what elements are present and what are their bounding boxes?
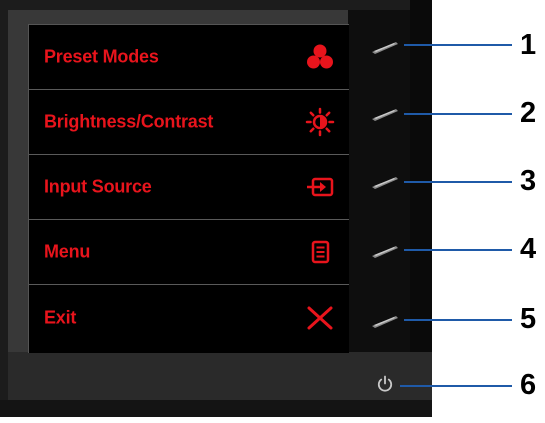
preset-modes-icon — [307, 44, 333, 69]
bezel-bottom — [8, 352, 432, 400]
monitor-diagram: Preset Modes Brightness/Contrast Input S… — [0, 0, 545, 423]
bezel-button-2[interactable] — [370, 106, 400, 122]
osd-menu: Preset Modes Brightness/Contrast Input S… — [28, 24, 349, 353]
menu-icon — [311, 240, 330, 264]
leader-line-5 — [404, 319, 512, 321]
leader-line-4 — [404, 249, 512, 251]
input-source-icon — [307, 177, 334, 197]
leader-line-1 — [404, 44, 512, 46]
leader-line-2 — [404, 113, 512, 115]
brightness-icon — [305, 107, 335, 137]
callout-number-3: 3 — [520, 165, 537, 197]
bezel-button-3[interactable] — [370, 174, 400, 190]
callout-number-6: 6 — [520, 369, 537, 401]
bezel-button-4[interactable] — [370, 243, 400, 259]
leader-line-3 — [404, 181, 512, 183]
callout-number-4: 4 — [520, 233, 537, 265]
bezel-button-1[interactable] — [370, 39, 400, 55]
osd-item-input-source[interactable]: Input Source — [29, 155, 349, 220]
leader-line-6 — [400, 385, 512, 387]
bezel-button-5[interactable] — [370, 313, 400, 329]
callout-number-2: 2 — [520, 97, 537, 129]
osd-item-label: Input Source — [44, 176, 152, 197]
osd-item-menu[interactable]: Menu — [29, 220, 349, 285]
power-icon[interactable] — [376, 375, 394, 393]
callout-number-1: 1 — [520, 29, 537, 61]
osd-item-label: Menu — [44, 241, 91, 262]
osd-item-preset-modes[interactable]: Preset Modes — [29, 25, 349, 90]
osd-item-exit[interactable]: Exit — [29, 285, 349, 350]
bezel-base — [0, 400, 432, 417]
osd-item-brightness-contrast[interactable]: Brightness/Contrast — [29, 90, 349, 155]
callout-number-5: 5 — [520, 303, 537, 335]
osd-item-label: Brightness/Contrast — [44, 111, 214, 132]
osd-item-label: Preset Modes — [44, 46, 159, 67]
osd-item-label: Exit — [44, 307, 77, 327]
close-icon — [307, 306, 333, 329]
